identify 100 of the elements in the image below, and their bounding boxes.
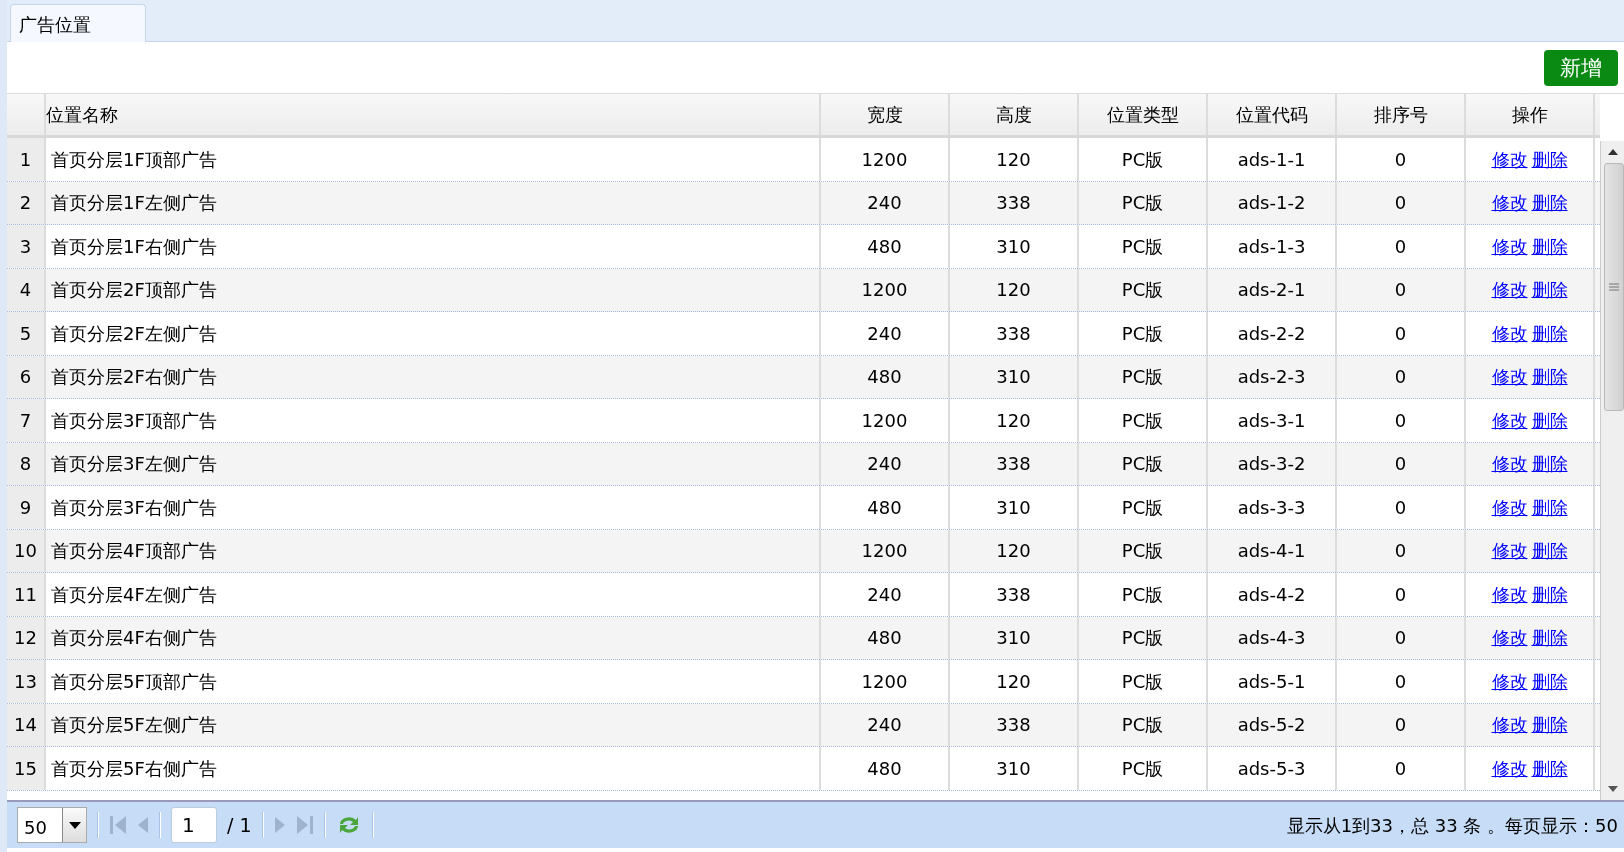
table-cell: 120 [950, 138, 1079, 181]
delete-link[interactable]: 删除 [1531, 189, 1568, 217]
delete-link[interactable]: 删除 [1531, 537, 1568, 565]
table-cell: ads-4-1 [1208, 529, 1337, 572]
table-cell: 310 [950, 616, 1079, 659]
row-number: 4 [7, 268, 46, 311]
table-cell: 310 [950, 355, 1079, 398]
table-cell: ads-2-3 [1208, 355, 1337, 398]
delete-link[interactable]: 删除 [1531, 276, 1568, 304]
edit-link[interactable]: 修改 [1491, 624, 1528, 652]
column-header: 位置代码 [1235, 103, 1308, 127]
delete-link[interactable]: 删除 [1531, 145, 1568, 173]
table-cell: 0 [1337, 703, 1466, 746]
column-header: 位置名称 [46, 103, 118, 127]
table-cell: 480 [821, 486, 950, 529]
table-cell: 首页分层1F顶部广告 [46, 138, 821, 181]
edit-link[interactable]: 修改 [1491, 580, 1528, 608]
tab[interactable]: 广告位置 [10, 4, 146, 42]
table-cell: PC版 [1079, 573, 1208, 616]
table-cell: PC版 [1079, 660, 1208, 703]
delete-link[interactable]: 删除 [1531, 363, 1568, 391]
table-cell: 338 [950, 312, 1079, 355]
table-cell: 0 [1337, 268, 1466, 311]
scroll-up-icon[interactable] [1607, 149, 1618, 155]
scroll-down-icon[interactable] [1607, 786, 1618, 792]
table-cell: 120 [950, 660, 1079, 703]
delete-link[interactable]: 删除 [1531, 232, 1568, 260]
table-cell: 338 [950, 703, 1079, 746]
edit-link[interactable]: 修改 [1491, 450, 1528, 478]
row-number: 3 [7, 225, 46, 268]
row-number: 6 [7, 355, 46, 398]
table-cell: 0 [1337, 442, 1466, 485]
table-cell: 480 [821, 225, 950, 268]
row-number: 12 [7, 616, 46, 659]
page-size-select[interactable]: 50 [17, 807, 87, 843]
delete-link[interactable]: 删除 [1531, 624, 1568, 652]
table-cell: PC版 [1079, 747, 1208, 790]
table-cell: 0 [1337, 181, 1466, 224]
first-page-icon[interactable] [109, 815, 127, 836]
edit-link[interactable]: 修改 [1491, 232, 1528, 260]
table-cell: 1200 [821, 268, 950, 311]
edit-link[interactable]: 修改 [1491, 319, 1528, 347]
table-cell: PC版 [1079, 312, 1208, 355]
table-cell: 首页分层5F右侧广告 [46, 747, 821, 790]
delete-link[interactable]: 删除 [1531, 406, 1568, 434]
table-cell: ads-1-2 [1208, 181, 1337, 224]
table-cell: PC版 [1079, 268, 1208, 311]
table-cell: 1200 [821, 529, 950, 572]
row-number: 14 [7, 703, 46, 746]
edit-link[interactable]: 修改 [1491, 711, 1528, 739]
page-number-field[interactable]: 1 [171, 807, 217, 843]
delete-link[interactable]: 删除 [1531, 754, 1568, 782]
delete-link[interactable]: 删除 [1531, 667, 1568, 695]
table-cell: 0 [1337, 529, 1466, 572]
table-cell: 首页分层2F顶部广告 [46, 268, 821, 311]
edit-link[interactable]: 修改 [1491, 754, 1528, 782]
table-cell: 首页分层1F左侧广告 [46, 181, 821, 224]
edit-link[interactable]: 修改 [1491, 276, 1528, 304]
table-cell: ads-5-1 [1208, 660, 1337, 703]
edit-link[interactable]: 修改 [1491, 537, 1528, 565]
delete-link[interactable]: 删除 [1531, 450, 1568, 478]
table-cell: 240 [821, 312, 950, 355]
table-cell: 0 [1337, 486, 1466, 529]
table-cell: 0 [1337, 573, 1466, 616]
previous-page-icon[interactable] [137, 815, 149, 836]
table-cell: ads-3-3 [1208, 486, 1337, 529]
last-page-icon[interactable] [295, 815, 314, 836]
next-page-icon[interactable] [273, 815, 286, 836]
table-cell: PC版 [1079, 399, 1208, 442]
table-cell: 首页分层4F右侧广告 [46, 616, 821, 659]
edit-link[interactable]: 修改 [1491, 145, 1528, 173]
table-cell: PC版 [1079, 442, 1208, 485]
edit-link[interactable]: 修改 [1491, 667, 1528, 695]
table-cell: 首页分层2F右侧广告 [46, 355, 821, 398]
table-cell: 338 [950, 573, 1079, 616]
row-number: 1 [7, 138, 46, 181]
table-cell: 338 [950, 181, 1079, 224]
total-pages: / 1 [227, 812, 252, 838]
delete-link[interactable]: 删除 [1531, 493, 1568, 521]
edit-link[interactable]: 修改 [1491, 189, 1528, 217]
row-number: 10 [7, 529, 46, 572]
edit-link[interactable]: 修改 [1491, 493, 1528, 521]
row-number: 13 [7, 660, 46, 703]
table-cell: 0 [1337, 747, 1466, 790]
table-cell: 310 [950, 486, 1079, 529]
row-number: 9 [7, 486, 46, 529]
table-cell: ads-3-1 [1208, 399, 1337, 442]
table-cell: 首页分层4F左侧广告 [46, 573, 821, 616]
delete-link[interactable]: 删除 [1531, 711, 1568, 739]
edit-link[interactable]: 修改 [1491, 406, 1528, 434]
row-number: 8 [7, 442, 46, 485]
scrollbar-thumb[interactable] [1604, 163, 1624, 411]
table-cell: PC版 [1079, 616, 1208, 659]
table-cell: ads-3-2 [1208, 442, 1337, 485]
edit-link[interactable]: 修改 [1491, 363, 1528, 391]
delete-link[interactable]: 删除 [1531, 580, 1568, 608]
add-button[interactable]: 新增 [1544, 49, 1618, 86]
table-cell: 首页分层5F左侧广告 [46, 703, 821, 746]
table-cell: PC版 [1079, 181, 1208, 224]
delete-link[interactable]: 删除 [1531, 319, 1568, 347]
